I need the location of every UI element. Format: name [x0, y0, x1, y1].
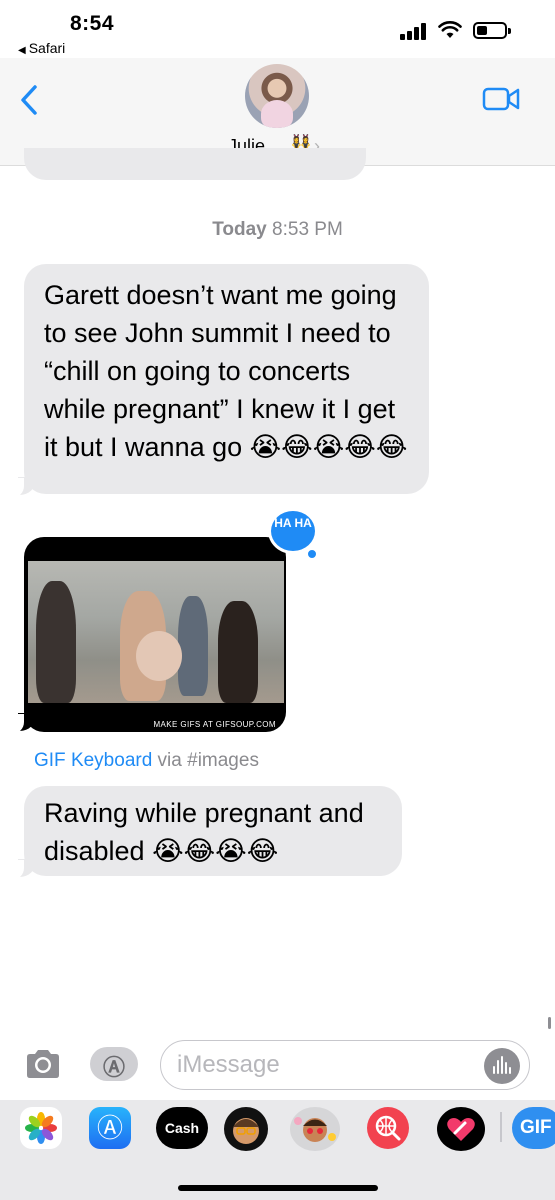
- apple-cash-app-icon[interactable]: Cash: [156, 1107, 208, 1149]
- images-search-app-icon[interactable]: [367, 1107, 409, 1149]
- contact-avatar[interactable]: [245, 64, 309, 128]
- timestamp-time: 8:53 PM: [272, 219, 343, 240]
- gif-bubble-tail-mask: [10, 714, 24, 734]
- gif-label: GIF: [520, 1117, 552, 1138]
- cellular-signal-icon: [400, 22, 428, 40]
- gif-keyboard-link[interactable]: GIF Keyboard: [34, 750, 152, 771]
- back-app-label: Safari: [28, 40, 66, 56]
- video-camera-icon[interactable]: [482, 86, 520, 112]
- audio-message-icon[interactable]: [484, 1048, 520, 1084]
- memoji-app-icon[interactable]: [224, 1107, 268, 1151]
- gif-watermark: MAKE GIFS AT GIFSOUP.COM: [153, 720, 276, 729]
- camera-icon[interactable]: [24, 1048, 62, 1080]
- gif-image: [28, 561, 284, 703]
- tapback-dot: [306, 548, 318, 560]
- drawer-divider: [500, 1112, 502, 1142]
- bubble-tail-mask: [10, 860, 24, 880]
- home-indicator[interactable]: [178, 1185, 378, 1191]
- gif-message[interactable]: MAKE GIFS AT GIFSOUP.COM: [24, 537, 286, 732]
- message-timestamp: Today 8:53 PM: [0, 219, 555, 241]
- gif-attribution-via: via #images: [152, 750, 259, 771]
- scroll-indicator[interactable]: [548, 1017, 551, 1029]
- app-store-icon: Ⓐ: [102, 1055, 125, 1080]
- incoming-message-bubble[interactable]: Garett doesn’t want me going to see John…: [24, 264, 429, 494]
- imessage-input[interactable]: [160, 1040, 530, 1090]
- cash-label: Cash: [164, 1120, 200, 1136]
- memoji-stickers-app-icon[interactable]: [290, 1107, 340, 1151]
- app-store-button[interactable]: Ⓐ: [90, 1047, 138, 1081]
- photos-app-icon[interactable]: [20, 1107, 62, 1149]
- bubble-tail-mask: [10, 478, 24, 498]
- status-time: 8:54: [70, 12, 115, 35]
- incoming-message-bubble[interactable]: Raving while pregnant and disabled 😭😂😭😂: [24, 786, 402, 876]
- timestamp-day: Today: [212, 219, 267, 240]
- digital-touch-app-icon[interactable]: [437, 1107, 485, 1151]
- chevron-left-icon[interactable]: [18, 84, 42, 116]
- gif-keyboard-app-icon[interactable]: GIF: [512, 1107, 555, 1149]
- back-triangle-icon: ◀: [18, 45, 26, 56]
- back-to-safari[interactable]: ◀ Safari: [18, 40, 65, 56]
- wifi-icon: [438, 21, 462, 38]
- battery-icon: [473, 22, 511, 39]
- tapback-label: HA HA: [274, 516, 312, 530]
- app-store-app-icon[interactable]: Ⓐ: [89, 1107, 131, 1149]
- previous-message-bubble[interactable]: [24, 148, 366, 180]
- gif-attribution: GIF Keyboard via #images: [34, 750, 259, 772]
